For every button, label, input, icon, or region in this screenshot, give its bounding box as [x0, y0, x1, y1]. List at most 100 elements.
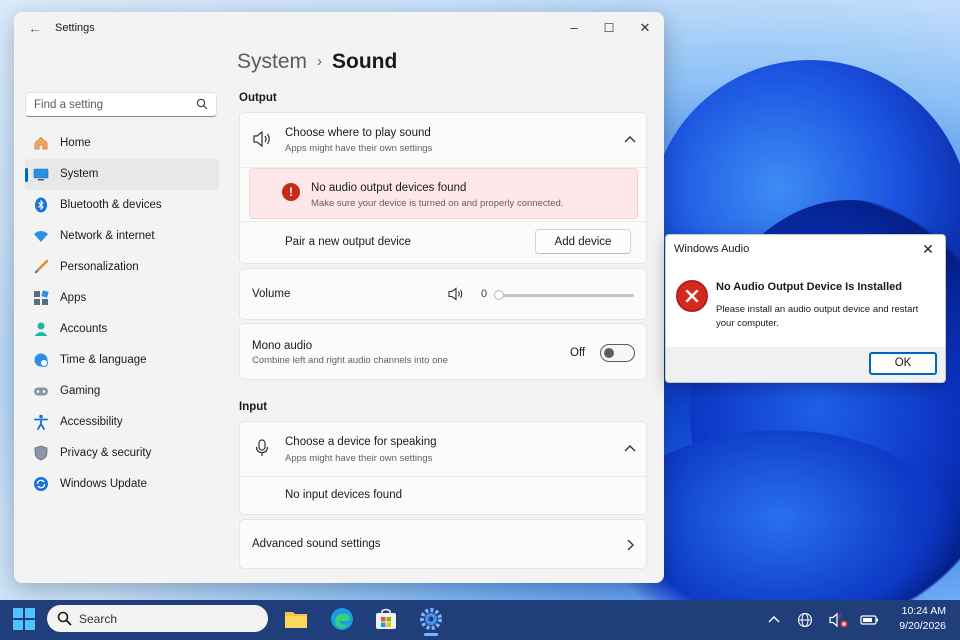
dialog-footer: OK [666, 347, 945, 382]
choose-output-subtitle: Apps might have their own settings [285, 143, 433, 154]
sidebar-item-bluetooth[interactable]: Bluetooth & devices [25, 190, 219, 221]
sidebar-item-label: Time & language [60, 354, 147, 366]
breadcrumb-parent[interactable]: System [237, 50, 307, 73]
sidebar-item-label: Gaming [60, 385, 101, 397]
input-heading: Input [239, 401, 268, 413]
page-title: Sound [332, 50, 398, 73]
search-icon [57, 611, 72, 626]
dialog-message: Please install an audio output device an… [716, 304, 919, 329]
file-explorer-icon[interactable] [283, 606, 309, 632]
breadcrumb: System › Sound [237, 50, 397, 74]
dialog-heading: No Audio Output Device Is Installed [716, 281, 903, 293]
alert-title: No audio output devices found [311, 182, 467, 194]
mono-audio-state: Off [570, 347, 586, 359]
system-icon [33, 168, 49, 181]
windows-start-icon[interactable] [13, 608, 35, 630]
choose-output-expander[interactable]: Choose where to play sound Apps might ha… [240, 113, 646, 167]
sidebar-item-label: System [60, 168, 99, 180]
sidebar-item-network[interactable]: Network & internet [25, 221, 219, 252]
dialog-title: Windows Audio [674, 243, 750, 255]
mono-audio-title: Mono audio [252, 340, 313, 352]
sidebar-item-label: Accessibility [60, 416, 123, 428]
sidebar-item-home[interactable]: Home [25, 128, 219, 159]
microphone-icon [255, 439, 269, 456]
speaker-icon[interactable] [448, 287, 464, 301]
search-icon[interactable] [196, 98, 208, 110]
globe-icon[interactable] [797, 612, 813, 628]
speaker-icon [253, 130, 270, 148]
chevron-up-icon[interactable] [624, 444, 636, 452]
search-box [25, 92, 217, 117]
gamepad-icon [34, 387, 48, 396]
ok-button[interactable]: OK [869, 352, 937, 375]
volume-card: Volume 0 [239, 268, 647, 320]
choose-input-expander[interactable]: Choose a device for speaking Apps might … [240, 422, 646, 476]
sidebar-item-label: Windows Update [60, 478, 147, 490]
title-bar: ← Settings – ☐ ✕ [14, 12, 664, 44]
battery-icon[interactable] [860, 612, 879, 628]
sidebar-item-personalization[interactable]: Personalization [25, 252, 219, 283]
settings-gear-icon[interactable] [418, 606, 444, 632]
clock-date: 9/20/2026 [899, 620, 946, 632]
sidebar-item-label: Accounts [60, 323, 108, 335]
mono-audio-card: Mono audio Combine left and right audio … [239, 323, 647, 380]
x-mark-icon [685, 289, 699, 303]
sidebar-item-accessibility[interactable]: Accessibility [25, 407, 219, 438]
pair-output-label: Pair a new output device [285, 236, 411, 248]
search-input[interactable] [34, 97, 184, 113]
speaker-muted-icon[interactable] [829, 612, 849, 628]
error-alert: ! No audio output devices found Make sur… [249, 168, 638, 219]
sidebar-item-label: Apps [60, 292, 87, 304]
sidebar-item-system[interactable]: System [25, 159, 219, 190]
edge-browser-icon[interactable] [329, 606, 355, 632]
back-arrow-icon[interactable]: ← [28, 20, 42, 36]
sidebar-item-accounts[interactable]: Accounts [25, 314, 219, 345]
windows-audio-dialog: Windows Audio ✕ No Audio Output Device I… [665, 234, 946, 383]
output-card: Choose where to play sound Apps might ha… [239, 112, 647, 264]
volume-slider-track[interactable] [497, 294, 634, 297]
choose-input-title: Choose a device for speaking [285, 436, 437, 448]
sidebar-item-windows-update[interactable]: Windows Update [25, 469, 219, 500]
sidebar-item-label: Bluetooth & devices [60, 199, 162, 211]
toggle-knob [604, 348, 614, 358]
sidebar-item-privacy[interactable]: Privacy & security [25, 438, 219, 469]
wifi-icon [34, 231, 48, 242]
minimize-button[interactable]: – [564, 18, 584, 38]
dialog-body: No Audio Output Device Is Installed Plea… [666, 263, 945, 347]
choose-output-title: Choose where to play sound [285, 127, 431, 139]
active-app-indicator [424, 633, 438, 636]
sidebar-item-gaming[interactable]: Gaming [25, 376, 219, 407]
mono-audio-toggle[interactable] [600, 344, 635, 362]
error-icon [676, 280, 708, 312]
advanced-sound-settings-link[interactable]: Advanced sound settings [239, 519, 647, 569]
chevron-up-icon[interactable] [766, 612, 782, 628]
sidebar-item-apps[interactable]: Apps [25, 283, 219, 314]
settings-window: ← Settings – ☐ ✕ Home System [14, 12, 664, 583]
chevron-up-icon[interactable] [624, 135, 636, 143]
chevron-right-icon [627, 539, 634, 551]
update-icon [34, 477, 48, 491]
clock-time: 10:24 AM [901, 605, 946, 617]
dialog-close-button[interactable]: ✕ [919, 240, 937, 258]
microsoft-store-icon[interactable] [373, 606, 399, 632]
volume-slider-thumb[interactable] [494, 290, 504, 300]
no-input-devices-text: No input devices found [285, 489, 402, 501]
close-button[interactable]: ✕ [635, 18, 655, 38]
home-icon [34, 136, 48, 150]
divider [240, 221, 646, 222]
volume-label: Volume [252, 288, 291, 300]
sidebar-item-label: Home [60, 137, 91, 149]
error-icon: ! [282, 183, 300, 201]
globe-clock-icon [34, 353, 48, 367]
maximize-button[interactable]: ☐ [599, 18, 619, 38]
taskbar-search[interactable]: Search [47, 605, 268, 632]
taskbar-clock[interactable]: 10:24 AM 9/20/2026 [886, 604, 946, 634]
volume-value: 0 [481, 288, 488, 300]
sidebar-item-time-language[interactable]: Time & language [25, 345, 219, 376]
sidebar-item-label: Personalization [60, 261, 139, 273]
choose-input-subtitle: Apps might have their own settings [285, 453, 433, 464]
sidebar-item-label: Privacy & security [60, 447, 152, 459]
advanced-sound-label: Advanced sound settings [252, 538, 381, 550]
add-device-button[interactable]: Add device [535, 229, 631, 254]
sidebar-item-label: Network & internet [60, 230, 155, 242]
